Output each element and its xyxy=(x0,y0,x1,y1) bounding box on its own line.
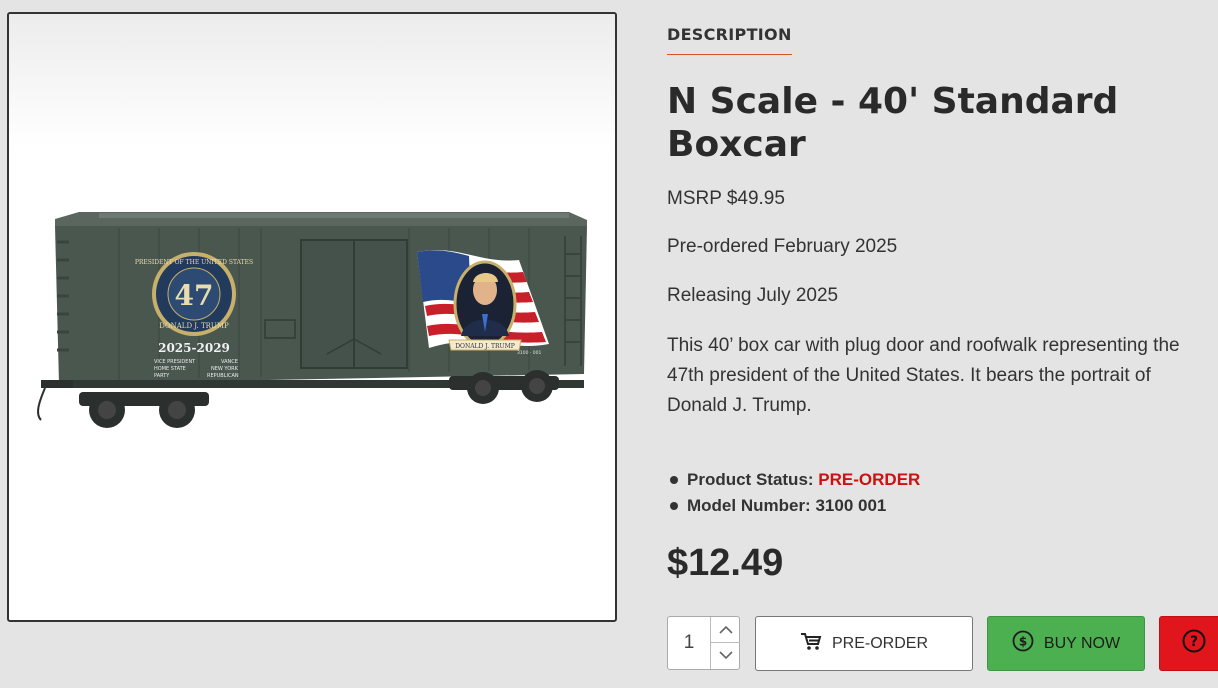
bullet-icon xyxy=(670,502,678,510)
status-label: Product Status: xyxy=(687,470,814,489)
coupler xyxy=(37,380,73,421)
model-label: Model Number: xyxy=(687,496,811,515)
svg-text:PARTY: PARTY xyxy=(154,373,170,379)
preordered-date: Pre-ordered February 2025 xyxy=(667,236,898,257)
chevron-up-icon xyxy=(719,625,733,634)
boxcar-illustration: 47 PRESIDENT OF THE UNITED STATES DONALD… xyxy=(37,212,587,428)
tab-description[interactable]: DESCRIPTION xyxy=(667,25,792,55)
truck-left xyxy=(79,392,209,428)
seal-number: 47 xyxy=(175,279,214,312)
chevron-down-icon xyxy=(719,651,733,660)
release-date: Releasing July 2025 xyxy=(667,285,839,306)
question-icon: ? xyxy=(1182,629,1206,658)
product-page: 47 PRESIDENT OF THE UNITED STATES DONALD… xyxy=(0,0,1218,688)
help-button[interactable]: ? xyxy=(1159,616,1218,671)
quantity-decrement-button[interactable] xyxy=(710,643,740,669)
msrp: MSRP $49.95 xyxy=(667,188,785,209)
status-badge: PRE-ORDER xyxy=(818,470,921,489)
term-years: 2025-2029 xyxy=(158,341,230,355)
buy-now-button[interactable]: $ BUY NOW xyxy=(987,616,1145,671)
preorder-button[interactable]: PRE-ORDER xyxy=(755,616,973,671)
svg-text:HOME STATE: HOME STATE xyxy=(154,366,186,372)
svg-text:NEW YORK: NEW YORK xyxy=(211,366,239,372)
portrait-caption: DONALD J. TRUMP xyxy=(455,343,515,350)
product-specs: Product Status: PRE-ORDER Model Number: … xyxy=(667,470,920,522)
product-title: N Scale - 40' Standard Boxcar xyxy=(667,81,1119,165)
car-number-stencil: 3100 · 001 xyxy=(517,350,541,356)
svg-text:VANCE: VANCE xyxy=(221,359,238,365)
price: $12.49 xyxy=(667,542,784,584)
quantity-increment-button[interactable] xyxy=(710,617,740,643)
seal-name: DONALD J. TRUMP xyxy=(159,322,229,330)
cart-icon xyxy=(800,632,822,655)
model-number: 3100 001 xyxy=(815,496,887,515)
dollar-coin-icon: $ xyxy=(1012,630,1034,657)
spec-model: Model Number: 3100 001 xyxy=(667,496,920,522)
svg-text:?: ? xyxy=(1190,634,1198,650)
buy-now-label: BUY NOW xyxy=(1043,634,1121,652)
product-description: This 40’ box car with plug door and roof… xyxy=(667,335,1180,416)
roofwalk xyxy=(99,213,569,218)
preorder-label: PRE-ORDER xyxy=(831,634,928,652)
svg-text:VICE PRESIDENT: VICE PRESIDENT xyxy=(154,359,196,365)
spec-status: Product Status: PRE-ORDER xyxy=(667,470,920,496)
svg-text:$: $ xyxy=(1019,635,1027,649)
quantity-input[interactable]: 1 xyxy=(668,617,710,669)
quantity-stepper[interactable]: 1 xyxy=(667,616,740,670)
product-image[interactable]: 47 PRESIDENT OF THE UNITED STATES DONALD… xyxy=(7,12,617,622)
bullet-icon xyxy=(670,476,678,484)
seal-ring-text: PRESIDENT OF THE UNITED STATES xyxy=(135,259,253,266)
svg-text:REPUBLICAN: REPUBLICAN xyxy=(207,373,239,379)
